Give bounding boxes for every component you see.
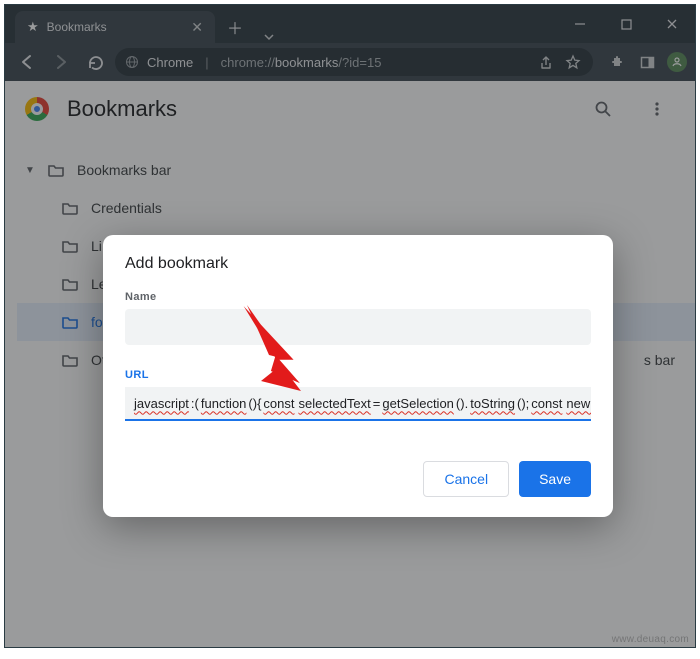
browser-window: ★ Bookmarks ✕ ＋ (4, 4, 696, 648)
save-button[interactable]: Save (519, 461, 591, 497)
dialog-actions: Cancel Save (125, 461, 591, 497)
add-bookmark-dialog: Add bookmark Name URL javascript:(functi… (103, 235, 613, 517)
name-field-label: Name (125, 291, 591, 303)
dialog-title: Add bookmark (125, 255, 591, 273)
url-field-label: URL (125, 369, 591, 381)
cancel-button[interactable]: Cancel (423, 461, 509, 497)
url-input[interactable]: javascript:(function(){const selectedTex… (125, 387, 591, 421)
name-input[interactable] (125, 309, 591, 345)
watermark: www.deuaq.com (612, 634, 689, 645)
